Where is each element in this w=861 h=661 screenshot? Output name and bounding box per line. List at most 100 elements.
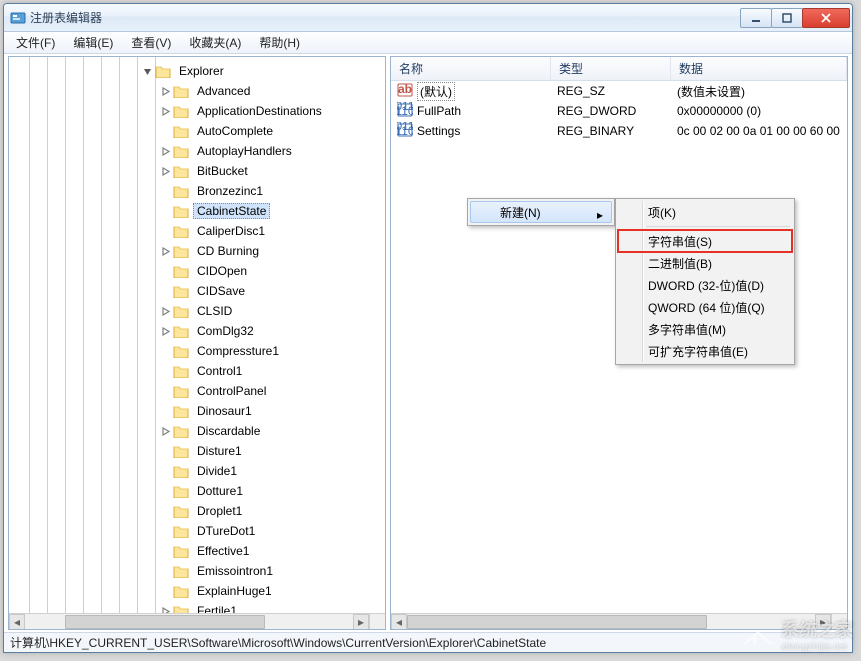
tree-node-label: CIDOpen — [193, 263, 251, 279]
menu-view[interactable]: 查看(V) — [123, 32, 179, 53]
tree-node-label: Effective1 — [193, 543, 253, 559]
expand-icon[interactable] — [159, 105, 171, 117]
svg-text:110: 110 — [397, 124, 413, 138]
tree-node[interactable]: CIDSave — [9, 281, 385, 301]
context-submenu-new: 项(K) 字符串值(S)二进制值(B)DWORD (32-位)值(D)QWORD … — [615, 198, 795, 365]
value-binary-icon: 011110 — [397, 122, 413, 141]
tree-node-label: CLSID — [193, 303, 236, 319]
scroll-right-button[interactable]: ▸ — [353, 614, 369, 630]
tree-node-label: ApplicationDestinations — [193, 103, 326, 119]
titlebar[interactable]: 注册表编辑器 — [4, 4, 852, 32]
column-header-type[interactable]: 类型 — [551, 57, 671, 80]
svg-text:110: 110 — [397, 104, 413, 118]
tree-node[interactable]: CIDOpen — [9, 261, 385, 281]
tree-node[interactable]: Dinosaur1 — [9, 401, 385, 421]
tree-node[interactable]: CD Burning — [9, 241, 385, 261]
menu-help[interactable]: 帮助(H) — [251, 32, 308, 53]
close-button[interactable] — [802, 8, 850, 28]
value-data: 0c 00 02 00 0a 01 00 00 60 00 — [671, 124, 847, 138]
tree-node-label: CIDSave — [193, 283, 249, 299]
tree-node[interactable]: CaliperDisc1 — [9, 221, 385, 241]
scroll-left-button[interactable]: ◂ — [9, 614, 25, 630]
tree-horizontal-scrollbar[interactable]: ◂ ▸ — [9, 613, 369, 629]
context-menu-item-dword[interactable]: DWORD (32-位)值(D) — [618, 274, 792, 296]
tree-node[interactable]: Emissointron1 — [9, 561, 385, 581]
tree-node[interactable]: ControlPanel — [9, 381, 385, 401]
scroll-thumb[interactable] — [65, 615, 265, 629]
value-name: Settings — [417, 124, 460, 138]
list-row[interactable]: 011110FullPathREG_DWORD0x00000000 (0) — [391, 101, 847, 121]
tree-node-label: ComDlg32 — [193, 323, 258, 339]
context-menu-item-binary[interactable]: 二进制值(B) — [618, 252, 792, 274]
value-binary-icon: 011110 — [397, 102, 413, 121]
tree-node-explorer[interactable]: Explorer — [9, 61, 385, 81]
tree-node[interactable]: Control1 — [9, 361, 385, 381]
scroll-thumb[interactable] — [407, 615, 707, 629]
column-header-data[interactable]: 数据 — [671, 57, 847, 80]
tree-node-label: ExplainHuge1 — [193, 583, 276, 599]
minimize-button[interactable] — [740, 8, 772, 28]
tree-node-label: CabinetState — [193, 203, 270, 219]
tree-node-label: Discardable — [193, 423, 264, 439]
tree-node[interactable]: Fertile1 — [9, 601, 385, 613]
list-horizontal-scrollbar[interactable]: ◂ ▸ — [391, 613, 831, 629]
tree-node-label: Disture1 — [193, 443, 246, 459]
menu-file[interactable]: 文件(F) — [8, 32, 63, 53]
menu-favorites[interactable]: 收藏夹(A) — [181, 32, 249, 53]
tree-node[interactable]: Divide1 — [9, 461, 385, 481]
tree-node-label: BitBucket — [193, 163, 252, 179]
expand-icon[interactable] — [159, 425, 171, 437]
tree-node[interactable]: CLSID — [9, 301, 385, 321]
menu-edit[interactable]: 编辑(E) — [65, 32, 121, 53]
tree-node-label: Dinosaur1 — [193, 403, 256, 419]
list-row[interactable]: ab(默认)REG_SZ(数值未设置) — [391, 81, 847, 101]
expand-icon[interactable] — [159, 245, 171, 257]
tree-node[interactable]: AutoplayHandlers — [9, 141, 385, 161]
tree-node-label: Compressture1 — [193, 343, 283, 359]
tree-node[interactable]: DTureDot1 — [9, 521, 385, 541]
tree-node[interactable]: ComDlg32 — [9, 321, 385, 341]
tree-node-label: CaliperDisc1 — [193, 223, 269, 239]
list-row[interactable]: 011110SettingsREG_BINARY0c 00 02 00 0a 0… — [391, 121, 847, 141]
tree-node[interactable]: Dotture1 — [9, 481, 385, 501]
tree-node[interactable]: Effective1 — [9, 541, 385, 561]
scroll-right-button[interactable]: ▸ — [815, 614, 831, 630]
tree-node[interactable]: AutoComplete — [9, 121, 385, 141]
context-menu-item-string[interactable]: 字符串值(S) — [618, 230, 792, 252]
tree-node-label: Explorer — [175, 63, 228, 79]
expand-icon[interactable] — [159, 85, 171, 97]
tree-node[interactable]: CabinetState — [9, 201, 385, 221]
tree-node-label: AutoComplete — [193, 123, 277, 139]
expand-icon[interactable] — [159, 165, 171, 177]
expand-icon[interactable] — [159, 325, 171, 337]
column-header-name[interactable]: 名称 — [391, 57, 551, 80]
tree-node[interactable]: Disture1 — [9, 441, 385, 461]
expand-icon[interactable] — [159, 305, 171, 317]
statusbar-path: 计算机\HKEY_CURRENT_USER\Software\Microsoft… — [10, 634, 546, 651]
context-menu-item-key[interactable]: 项(K) — [618, 201, 792, 223]
registry-tree[interactable]: Explorer Advanced ApplicationDestinations A… — [9, 57, 385, 613]
context-menu-item-expand[interactable]: 可扩充字符串值(E) — [618, 340, 792, 362]
menubar: 文件(F) 编辑(E) 查看(V) 收藏夹(A) 帮助(H) — [4, 32, 852, 54]
value-data: 0x00000000 (0) — [671, 104, 847, 118]
tree-node[interactable]: Advanced — [9, 81, 385, 101]
tree-node[interactable]: Bronzezinc1 — [9, 181, 385, 201]
expand-icon[interactable] — [159, 145, 171, 157]
tree-node-label: ControlPanel — [193, 383, 270, 399]
scroll-left-button[interactable]: ◂ — [391, 614, 407, 630]
tree-node[interactable]: ApplicationDestinations — [9, 101, 385, 121]
maximize-button[interactable] — [771, 8, 803, 28]
tree-node-label: CD Burning — [193, 243, 263, 259]
tree-node[interactable]: Droplet1 — [9, 501, 385, 521]
submenu-arrow-icon: ▸ — [597, 208, 603, 222]
context-menu-item-qword[interactable]: QWORD (64 位)值(Q) — [618, 296, 792, 318]
expand-icon[interactable] — [159, 605, 171, 613]
tree-node[interactable]: BitBucket — [9, 161, 385, 181]
tree-node[interactable]: ExplainHuge1 — [9, 581, 385, 601]
menu-separator — [646, 226, 790, 227]
tree-node[interactable]: Discardable — [9, 421, 385, 441]
tree-node[interactable]: Compressture1 — [9, 341, 385, 361]
collapse-icon[interactable] — [141, 65, 153, 77]
context-menu-new[interactable]: 新建(N) ▸ — [470, 201, 612, 223]
context-menu-item-multi[interactable]: 多字符串值(M) — [618, 318, 792, 340]
